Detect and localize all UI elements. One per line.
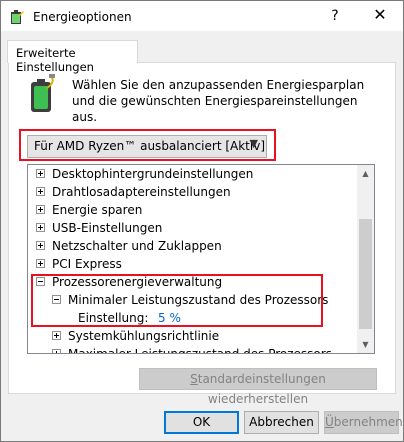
power-plan-selected: Für AMD Ryzen™ ausbalanciert [Aktiv] — [34, 139, 266, 153]
tab-advanced-settings[interactable]: Erweiterte Einstellungen — [7, 40, 138, 74]
expand-plus-icon[interactable] — [36, 241, 45, 250]
power-plan-select[interactable]: Für AMD Ryzen™ ausbalanciert [Aktiv] ▼ — [27, 135, 267, 158]
settings-tree[interactable]: Desktophintergrundeinstellungen Drahtlos… — [27, 164, 375, 354]
scroll-thumb[interactable] — [359, 219, 372, 329]
setting-value-link[interactable]: 5 % — [158, 309, 181, 327]
ok-button[interactable]: OK — [164, 411, 239, 434]
expand-plus-icon[interactable] — [36, 259, 45, 268]
apply-button[interactable]: Übernehmen — [324, 411, 403, 434]
chevron-down-icon: ▼ — [249, 137, 258, 150]
battery-plug-icon — [31, 74, 55, 112]
expand-plus-icon[interactable] — [36, 169, 45, 178]
window-title: Energieoptionen — [33, 10, 132, 24]
expand-plus-icon[interactable] — [52, 349, 61, 353]
title-bar: Energieoptionen ? ✕ — [1, 1, 403, 31]
close-button[interactable]: ✕ — [363, 4, 397, 26]
help-button[interactable]: ? — [321, 6, 349, 26]
collapse-minus-icon[interactable] — [52, 295, 61, 304]
scroll-up-icon[interactable]: ▲ — [357, 165, 374, 182]
vertical-scrollbar[interactable]: ▲ ▼ — [357, 165, 374, 353]
expand-plus-icon[interactable] — [36, 205, 45, 214]
cancel-button[interactable]: Abbrechen — [244, 411, 319, 434]
power-options-icon — [11, 10, 24, 24]
expand-plus-icon[interactable] — [36, 187, 45, 196]
scroll-down-icon[interactable]: ▼ — [357, 336, 374, 353]
expand-plus-icon[interactable] — [36, 223, 45, 232]
collapse-minus-icon[interactable] — [36, 277, 45, 286]
restore-defaults-button[interactable]: Standardeinstellungen wiederherstellen — [139, 368, 377, 406]
power-options-dialog: Energieoptionen ? ✕ Erweiterte Einstellu… — [0, 0, 404, 442]
expand-plus-icon[interactable] — [52, 331, 61, 340]
instruction-text: Wählen Sie den anzupassenden Energiespar… — [72, 78, 365, 124]
